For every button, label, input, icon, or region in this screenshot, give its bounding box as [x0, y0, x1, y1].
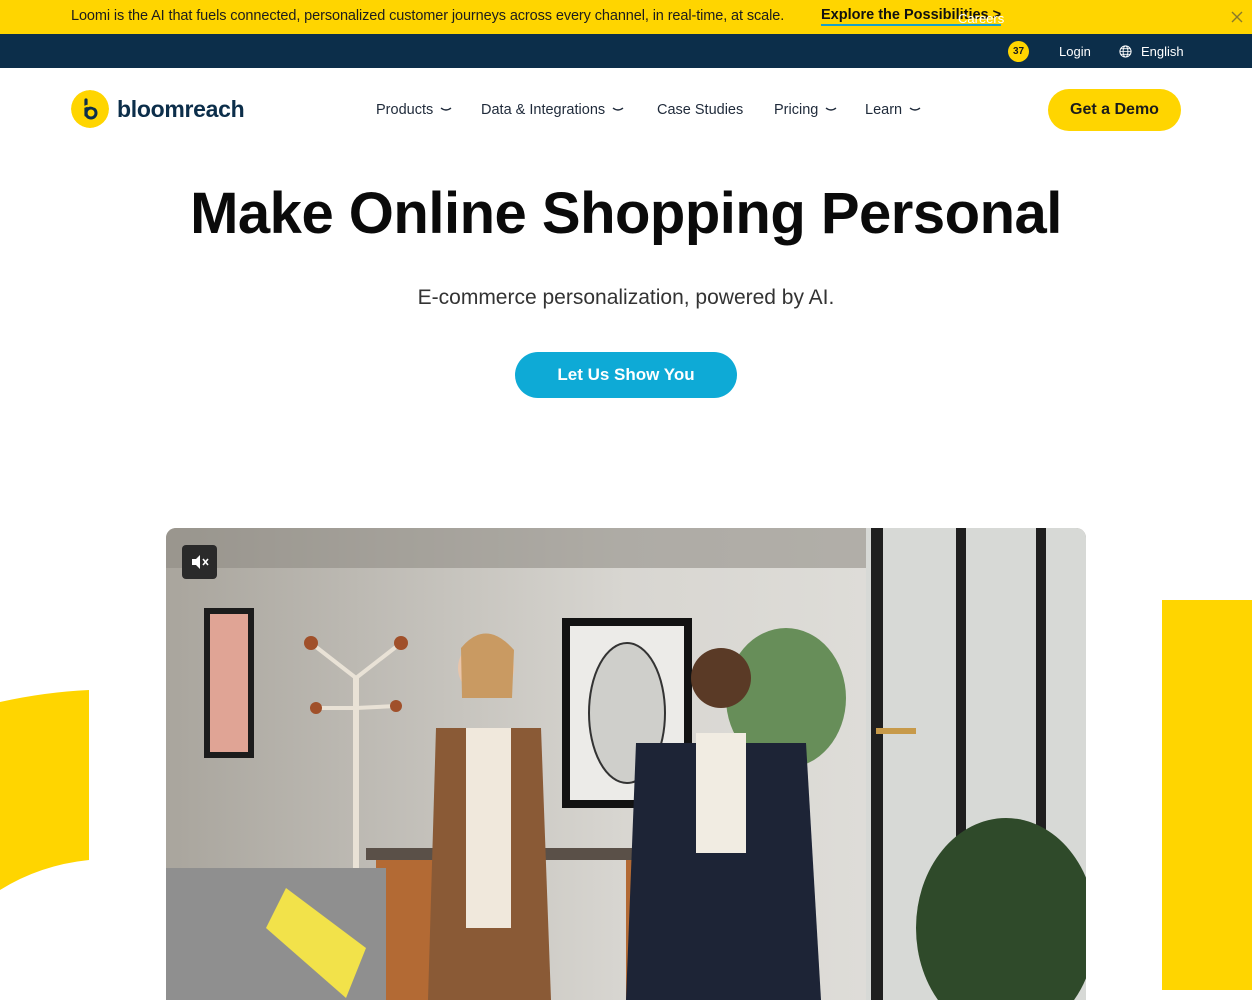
nav-products[interactable]: Products — [376, 102, 452, 118]
muted-speaker-icon — [191, 555, 209, 569]
hero-video[interactable] — [166, 528, 1086, 1000]
careers-count-badge: 37 — [1008, 41, 1029, 62]
nav-pricing-label: Pricing — [774, 102, 819, 118]
chevron-down-icon — [909, 107, 921, 111]
hero-title: Make Online Shopping Personal — [190, 181, 1062, 246]
bloomreach-logo[interactable] — [71, 90, 109, 128]
hero-subtitle: E-commerce personalization, powered by A… — [417, 286, 835, 309]
login-link[interactable]: Login — [1059, 44, 1091, 59]
announcement-text: Loomi is the AI that fuels connected, pe… — [71, 8, 785, 24]
get-a-demo-button[interactable]: Get a Demo — [1048, 89, 1181, 131]
decorative-yellow-shape-right — [1162, 600, 1252, 990]
careers-link[interactable]: Careers — [958, 11, 1004, 26]
nav-case-studies-label: Case Studies — [657, 102, 744, 118]
video-frame-illustration — [166, 528, 1086, 1000]
logo-mark-icon — [71, 90, 109, 128]
nav-data-integrations[interactable]: Data & Integrations — [481, 102, 624, 118]
announcement-bar: Loomi is the AI that fuels connected, pe… — [0, 0, 1252, 34]
chevron-down-icon — [825, 107, 837, 111]
brand-name[interactable]: bloomreach — [117, 96, 245, 123]
nav-learn-label: Learn — [865, 102, 903, 118]
globe-icon — [1119, 45, 1132, 58]
language-selector[interactable]: English — [1141, 44, 1184, 59]
nav-products-label: Products — [376, 102, 434, 118]
nav-pricing[interactable]: Pricing — [774, 102, 837, 118]
mute-toggle-button[interactable] — [182, 545, 217, 579]
nav-data-integrations-label: Data & Integrations — [481, 102, 606, 118]
nav-case-studies[interactable]: Case Studies — [657, 102, 743, 118]
close-icon[interactable] — [1229, 9, 1245, 25]
chevron-down-icon — [612, 107, 624, 111]
chevron-down-icon — [440, 107, 452, 111]
decorative-yellow-shape-left — [0, 690, 89, 890]
let-us-show-you-button[interactable]: Let Us Show You — [515, 352, 737, 398]
nav-learn[interactable]: Learn — [865, 102, 921, 118]
